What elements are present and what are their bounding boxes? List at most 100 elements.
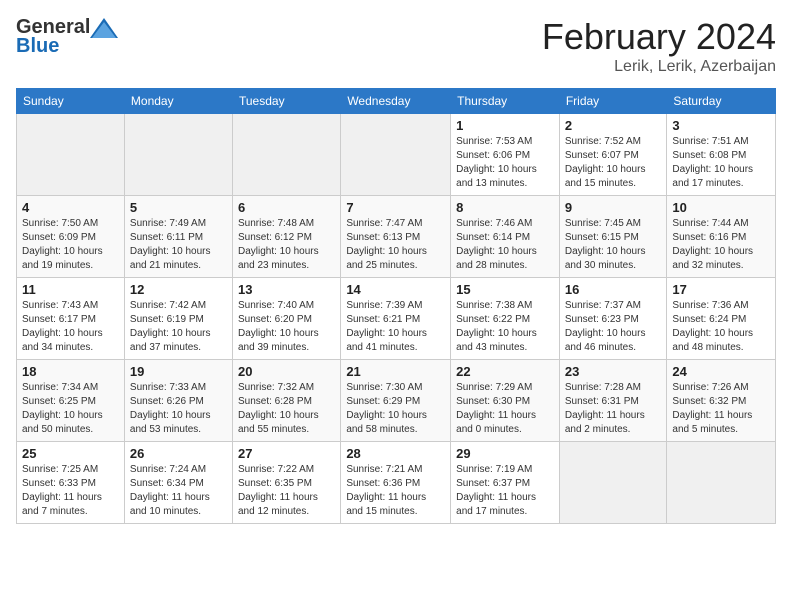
day-info: Sunrise: 7:53 AMSunset: 6:06 PMDaylight:… <box>456 135 554 191</box>
day-number: 22 <box>456 364 554 379</box>
calendar-cell: 22 Sunrise: 7:29 AMSunset: 6:30 PMDayligh… <box>451 360 560 442</box>
calendar-cell: 15 Sunrise: 7:38 AMSunset: 6:22 PMDayligh… <box>451 278 560 360</box>
day-number: 20 <box>238 364 335 379</box>
day-number: 28 <box>346 446 445 461</box>
day-info: Sunrise: 7:28 AMSunset: 6:31 PMDaylight:… <box>565 381 662 437</box>
day-info: Sunrise: 7:21 AMSunset: 6:36 PMDaylight:… <box>346 463 445 519</box>
logo: General Blue <box>16 16 118 58</box>
week-row: 1 Sunrise: 7:53 AMSunset: 6:06 PMDaylight… <box>17 114 776 196</box>
weekday-header: Sunday <box>17 89 125 114</box>
calendar-title: February 2024 <box>542 16 776 58</box>
title-block: February 2024 Lerik, Lerik, Azerbaijan <box>542 16 776 76</box>
day-info: Sunrise: 7:32 AMSunset: 6:28 PMDaylight:… <box>238 381 335 437</box>
day-number: 15 <box>456 282 554 297</box>
day-info: Sunrise: 7:36 AMSunset: 6:24 PMDaylight:… <box>672 299 770 355</box>
day-number: 14 <box>346 282 445 297</box>
calendar-cell: 5 Sunrise: 7:49 AMSunset: 6:11 PMDaylight… <box>124 196 232 278</box>
calendar-subtitle: Lerik, Lerik, Azerbaijan <box>542 58 776 76</box>
day-info: Sunrise: 7:26 AMSunset: 6:32 PMDaylight:… <box>672 381 770 437</box>
header-row: SundayMondayTuesdayWednesdayThursdayFrid… <box>17 89 776 114</box>
day-info: Sunrise: 7:38 AMSunset: 6:22 PMDaylight:… <box>456 299 554 355</box>
day-info: Sunrise: 7:51 AMSunset: 6:08 PMDaylight:… <box>672 135 770 191</box>
weekday-header: Wednesday <box>341 89 451 114</box>
day-info: Sunrise: 7:37 AMSunset: 6:23 PMDaylight:… <box>565 299 662 355</box>
day-number: 13 <box>238 282 335 297</box>
calendar-cell <box>559 442 667 524</box>
day-number: 3 <box>672 118 770 133</box>
calendar-cell: 28 Sunrise: 7:21 AMSunset: 6:36 PMDayligh… <box>341 442 451 524</box>
calendar-cell: 25 Sunrise: 7:25 AMSunset: 6:33 PMDayligh… <box>17 442 125 524</box>
day-info: Sunrise: 7:47 AMSunset: 6:13 PMDaylight:… <box>346 217 445 273</box>
day-number: 1 <box>456 118 554 133</box>
weekday-header: Tuesday <box>232 89 340 114</box>
day-info: Sunrise: 7:50 AMSunset: 6:09 PMDaylight:… <box>22 217 119 273</box>
day-number: 8 <box>456 200 554 215</box>
weekday-header: Thursday <box>451 89 560 114</box>
day-number: 12 <box>130 282 227 297</box>
day-info: Sunrise: 7:34 AMSunset: 6:25 PMDaylight:… <box>22 381 119 437</box>
day-info: Sunrise: 7:19 AMSunset: 6:37 PMDaylight:… <box>456 463 554 519</box>
calendar-cell: 19 Sunrise: 7:33 AMSunset: 6:26 PMDayligh… <box>124 360 232 442</box>
calendar-cell <box>17 114 125 196</box>
day-info: Sunrise: 7:24 AMSunset: 6:34 PMDaylight:… <box>130 463 227 519</box>
calendar-cell: 13 Sunrise: 7:40 AMSunset: 6:20 PMDayligh… <box>232 278 340 360</box>
day-info: Sunrise: 7:43 AMSunset: 6:17 PMDaylight:… <box>22 299 119 355</box>
day-info: Sunrise: 7:52 AMSunset: 6:07 PMDaylight:… <box>565 135 662 191</box>
day-number: 5 <box>130 200 227 215</box>
calendar-cell <box>124 114 232 196</box>
calendar-cell: 24 Sunrise: 7:26 AMSunset: 6:32 PMDayligh… <box>667 360 776 442</box>
calendar-cell: 12 Sunrise: 7:42 AMSunset: 6:19 PMDayligh… <box>124 278 232 360</box>
day-info: Sunrise: 7:22 AMSunset: 6:35 PMDaylight:… <box>238 463 335 519</box>
calendar-cell: 8 Sunrise: 7:46 AMSunset: 6:14 PMDaylight… <box>451 196 560 278</box>
day-info: Sunrise: 7:49 AMSunset: 6:11 PMDaylight:… <box>130 217 227 273</box>
day-number: 25 <box>22 446 119 461</box>
calendar-cell: 23Sunrise: 7:28 AMSunset: 6:31 PMDayligh… <box>559 360 667 442</box>
calendar-cell: 21 Sunrise: 7:30 AMSunset: 6:29 PMDayligh… <box>341 360 451 442</box>
calendar-table: SundayMondayTuesdayWednesdayThursdayFrid… <box>16 88 776 524</box>
calendar-cell <box>232 114 340 196</box>
day-info: Sunrise: 7:39 AMSunset: 6:21 PMDaylight:… <box>346 299 445 355</box>
calendar-cell: 26 Sunrise: 7:24 AMSunset: 6:34 PMDayligh… <box>124 442 232 524</box>
calendar-cell: 18 Sunrise: 7:34 AMSunset: 6:25 PMDayligh… <box>17 360 125 442</box>
logo-icon <box>90 18 118 38</box>
day-number: 24 <box>672 364 770 379</box>
day-info: Sunrise: 7:42 AMSunset: 6:19 PMDaylight:… <box>130 299 227 355</box>
day-info: Sunrise: 7:45 AMSunset: 6:15 PMDaylight:… <box>565 217 662 273</box>
calendar-cell: 6Sunrise: 7:48 AMSunset: 6:12 PMDaylight… <box>232 196 340 278</box>
calendar-cell: 2 Sunrise: 7:52 AMSunset: 6:07 PMDaylight… <box>559 114 667 196</box>
calendar-cell: 20 Sunrise: 7:32 AMSunset: 6:28 PMDayligh… <box>232 360 340 442</box>
day-number: 7 <box>346 200 445 215</box>
week-row: 18 Sunrise: 7:34 AMSunset: 6:25 PMDayligh… <box>17 360 776 442</box>
day-number: 9 <box>565 200 662 215</box>
day-number: 26 <box>130 446 227 461</box>
day-number: 18 <box>22 364 119 379</box>
day-info: Sunrise: 7:40 AMSunset: 6:20 PMDaylight:… <box>238 299 335 355</box>
day-number: 2 <box>565 118 662 133</box>
day-number: 21 <box>346 364 445 379</box>
day-number: 19 <box>130 364 227 379</box>
day-number: 10 <box>672 200 770 215</box>
week-row: 25 Sunrise: 7:25 AMSunset: 6:33 PMDayligh… <box>17 442 776 524</box>
day-info: Sunrise: 7:46 AMSunset: 6:14 PMDaylight:… <box>456 217 554 273</box>
day-number: 17 <box>672 282 770 297</box>
calendar-cell: 29 Sunrise: 7:19 AMSunset: 6:37 PMDayligh… <box>451 442 560 524</box>
day-info: Sunrise: 7:25 AMSunset: 6:33 PMDaylight:… <box>22 463 119 519</box>
day-number: 4 <box>22 200 119 215</box>
calendar-cell: 1 Sunrise: 7:53 AMSunset: 6:06 PMDaylight… <box>451 114 560 196</box>
weekday-header: Monday <box>124 89 232 114</box>
week-row: 11 Sunrise: 7:43 AMSunset: 6:17 PMDayligh… <box>17 278 776 360</box>
day-info: Sunrise: 7:44 AMSunset: 6:16 PMDaylight:… <box>672 217 770 273</box>
weekday-header: Friday <box>559 89 667 114</box>
calendar-cell: 14 Sunrise: 7:39 AMSunset: 6:21 PMDayligh… <box>341 278 451 360</box>
day-number: 11 <box>22 282 119 297</box>
day-number: 29 <box>456 446 554 461</box>
calendar-cell: 4 Sunrise: 7:50 AMSunset: 6:09 PMDaylight… <box>17 196 125 278</box>
day-info: Sunrise: 7:30 AMSunset: 6:29 PMDaylight:… <box>346 381 445 437</box>
calendar-cell: 7 Sunrise: 7:47 AMSunset: 6:13 PMDaylight… <box>341 196 451 278</box>
calendar-cell <box>341 114 451 196</box>
calendar-cell: 11 Sunrise: 7:43 AMSunset: 6:17 PMDayligh… <box>17 278 125 360</box>
day-info: Sunrise: 7:33 AMSunset: 6:26 PMDaylight:… <box>130 381 227 437</box>
page-header: General Blue February 2024 Lerik, Lerik,… <box>16 16 776 76</box>
day-info: Sunrise: 7:29 AMSunset: 6:30 PMDaylight:… <box>456 381 554 437</box>
calendar-cell: 9 Sunrise: 7:45 AMSunset: 6:15 PMDaylight… <box>559 196 667 278</box>
